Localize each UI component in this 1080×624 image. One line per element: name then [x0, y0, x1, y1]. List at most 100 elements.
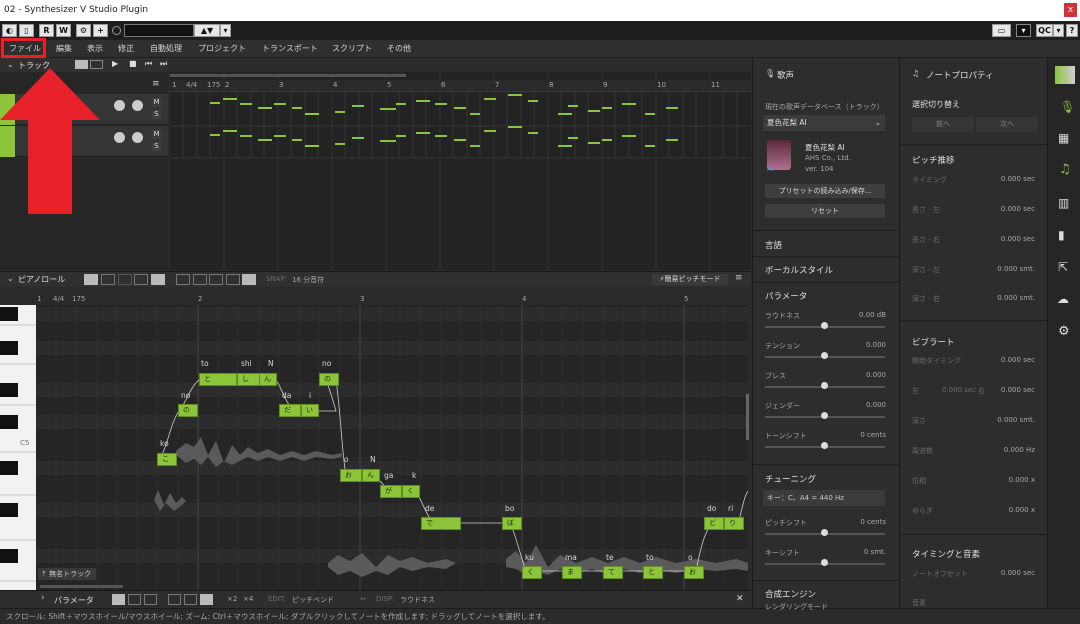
note-to[interactable]: と — [643, 566, 663, 579]
voice-db-dropdown[interactable]: 夏色花梨 AI ⌄ — [763, 115, 885, 131]
track-ruler[interactable]: 1 4/4 175 2 3 4 5 6 7 8 9 10 11 — [170, 80, 751, 92]
note-ma[interactable]: ま — [562, 566, 582, 579]
note-ku[interactable]: く — [522, 566, 542, 579]
wave-tool-icon[interactable] — [193, 274, 207, 285]
pan-knob[interactable] — [132, 100, 143, 111]
menu-script[interactable]: スクリプト — [332, 40, 372, 58]
note-o[interactable]: お — [340, 469, 362, 482]
stop-icon[interactable]: ■ — [129, 59, 137, 68]
snap-dropdown[interactable]: 16 分音符 — [292, 275, 324, 285]
rewind-icon[interactable]: ⏮ — [145, 59, 152, 69]
collapse-icon[interactable]: ⌄ — [7, 274, 14, 283]
pen-tool-icon[interactable] — [101, 274, 115, 285]
vertical-scrollbar[interactable] — [746, 394, 749, 440]
note-te[interactable]: て — [603, 566, 623, 579]
curve-tool-icon[interactable] — [144, 594, 157, 605]
music-note-icon[interactable]: ♫ — [1059, 162, 1071, 177]
output-dropdown[interactable]: ▾ — [1016, 24, 1031, 37]
plus-icon[interactable]: + — [93, 24, 108, 37]
chevron-down-icon[interactable]: ▾ — [220, 24, 231, 37]
export-icon[interactable]: ⇱ — [1058, 260, 1068, 274]
slider-handle[interactable] — [821, 529, 828, 536]
simple-pitch-mode-button[interactable]: ⚡簡易ピッチモード — [652, 274, 728, 285]
track-scrollbar[interactable] — [170, 74, 406, 77]
key-field[interactable]: キー：C、A4 = 440 Hz — [763, 490, 885, 506]
note-ri[interactable]: り — [724, 517, 744, 530]
note-i[interactable]: い — [301, 404, 319, 417]
solo-button[interactable]: S — [152, 142, 161, 151]
play-icon[interactable]: ▶ — [112, 59, 118, 68]
library-icon[interactable]: ▥ — [1058, 196, 1069, 210]
menu-auto[interactable]: 自動処理 — [150, 40, 182, 58]
peak-icon[interactable] — [200, 594, 213, 605]
note-o[interactable]: お — [684, 566, 704, 579]
video-icon[interactable]: ▭ — [992, 24, 1011, 37]
chevron-down-icon[interactable] — [168, 594, 181, 605]
pen-tool-icon[interactable] — [128, 594, 141, 605]
line-tool-icon[interactable] — [176, 274, 190, 285]
solo-button[interactable]: S — [152, 110, 161, 119]
position-input[interactable] — [124, 24, 194, 37]
write-button[interactable]: W — [56, 24, 71, 37]
slider-handle[interactable] — [821, 382, 828, 389]
note-ga[interactable]: が — [380, 485, 402, 498]
track-name-badge[interactable]: ⇡ 無名トラック — [38, 568, 96, 580]
reset-button[interactable]: リセット — [765, 204, 885, 218]
record-button[interactable]: R — [39, 24, 54, 37]
qc-button[interactable]: QC — [1036, 24, 1053, 37]
preset-button[interactable]: プリセットの読み込み/保存... — [765, 184, 885, 198]
note-N[interactable]: ん — [362, 469, 380, 482]
note-de[interactable]: で — [421, 517, 461, 530]
zoom-x2-button[interactable]: ×2 — [227, 595, 237, 603]
next-button[interactable]: 次へ — [976, 117, 1038, 132]
book-icon[interactable]: ▮ — [1058, 228, 1065, 242]
arrows-updown-icon[interactable]: ▲▼ — [194, 24, 220, 37]
pianoroll-ruler[interactable]: 1 4/4 175 2 3 4 5 — [0, 294, 751, 305]
note-to[interactable]: と — [199, 373, 237, 386]
slider-handle[interactable] — [821, 559, 828, 566]
qc-dropdown-icon[interactable]: ▾ — [1053, 24, 1064, 37]
pitch-tool-icon[interactable] — [151, 274, 165, 285]
menu-transport[interactable]: トランスポート — [262, 40, 318, 58]
slider-handle[interactable] — [821, 412, 828, 419]
horizontal-scrollbar[interactable] — [40, 585, 123, 588]
note-k[interactable]: く — [402, 485, 420, 498]
piano-keyboard[interactable]: C5 — [0, 305, 36, 590]
pianoroll-editor[interactable]: と し ん の の だ い こ お ん が く で ぼ く ま て と お ど … — [36, 305, 748, 590]
menu-icon[interactable]: ≡ — [735, 273, 743, 283]
prev-button[interactable]: 前へ — [912, 117, 974, 132]
mute-button[interactable]: M — [152, 98, 161, 107]
menu-project[interactable]: プロジェクト — [198, 40, 246, 58]
select-tool-icon[interactable] — [84, 274, 98, 285]
edit-dropdown[interactable]: ピッチベンド — [292, 595, 334, 605]
expand-icon[interactable]: › — [41, 593, 45, 603]
close-icon[interactable]: ✕ — [736, 594, 744, 604]
loop-icon[interactable]: ▯ — [19, 24, 34, 37]
note-ko[interactable]: こ — [157, 453, 177, 466]
menu-icon[interactable]: ≡ — [152, 79, 160, 89]
note-bo[interactable]: ぼ — [502, 517, 522, 530]
select-tool-icon[interactable] — [112, 594, 125, 605]
curve-tool-icon[interactable] — [134, 274, 148, 285]
forward-icon[interactable]: ⏭ — [160, 59, 167, 69]
metronome-icon[interactable]: ◐ — [2, 24, 17, 37]
help-icon[interactable]: ? — [1066, 24, 1078, 37]
close-window-button[interactable]: x — [1064, 3, 1077, 17]
zoom-x4-button[interactable]: ×4 — [243, 595, 253, 603]
note-da[interactable]: だ — [279, 404, 301, 417]
pan-knob[interactable] — [132, 132, 143, 143]
volume-knob[interactable] — [114, 132, 125, 143]
language-label[interactable]: 言語 — [765, 239, 782, 251]
note-no[interactable]: の — [319, 373, 339, 386]
cloud-icon[interactable]: ☁ — [1057, 292, 1069, 306]
mic-icon[interactable]: 🎙 — [1060, 100, 1075, 114]
menu-other[interactable]: その他 — [387, 40, 411, 58]
note-no[interactable]: の — [178, 404, 198, 417]
slider-handle[interactable] — [821, 322, 828, 329]
note-N[interactable]: ん — [259, 373, 277, 386]
vibrato-tool-icon[interactable] — [209, 274, 223, 285]
menu-modify[interactable]: 修正 — [118, 40, 134, 58]
slider-handle[interactable] — [821, 442, 828, 449]
vocal-style-label[interactable]: ボーカルスタイル — [765, 264, 833, 276]
volume-knob[interactable] — [114, 100, 125, 111]
